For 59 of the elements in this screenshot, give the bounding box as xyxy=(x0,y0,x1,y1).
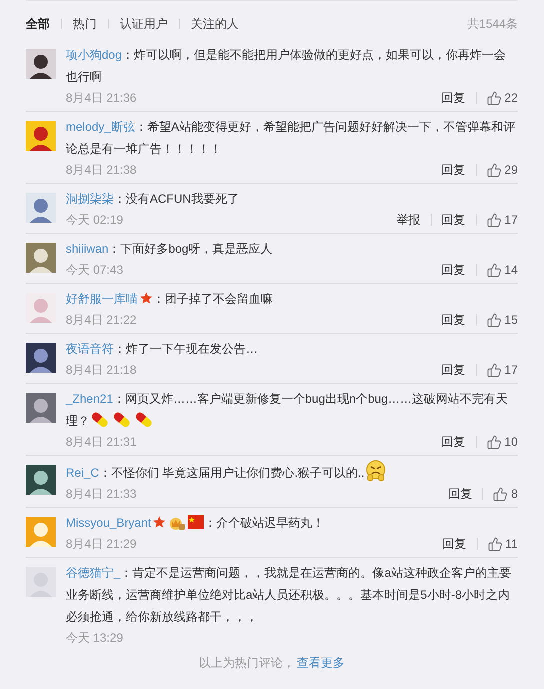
filter-tab[interactable]: 关注的人 xyxy=(191,14,239,32)
thumbs-up-icon xyxy=(488,536,503,552)
comment-text: Rei_C：不怪你们 毕竟这届用户让你们费心.猴子可以的.. xyxy=(66,460,518,484)
filter-tab[interactable]: 认证用户 xyxy=(120,14,168,32)
comment-action-link[interactable]: 回复 xyxy=(442,211,466,229)
comment-time: 8月4日 21:31 xyxy=(66,434,138,451)
thumbs-up-icon xyxy=(486,312,502,328)
thumbs-up-icon xyxy=(486,262,502,278)
thumbs-up-icon xyxy=(486,90,502,106)
footer-text: 以上为热门评论， xyxy=(199,656,295,670)
thumbs-up-icon xyxy=(486,362,502,378)
comment-text: _Zhen21：网页又炸……客户端更新修复一个bug出现n个bug……这破网站不完有天理？ xyxy=(66,391,510,432)
comment-action-link[interactable]: 回复 xyxy=(442,311,466,329)
comment-action-link[interactable]: 回复 xyxy=(442,261,466,279)
comment-action-link[interactable]: 回复 xyxy=(442,535,467,553)
thumbs-up-icon xyxy=(486,434,502,450)
thumbs-up-icon xyxy=(493,486,508,502)
like-button[interactable]: 17 xyxy=(486,361,518,379)
comment-time: 8月4日 21:29 xyxy=(66,536,138,553)
comment-time: 8月4日 21:36 xyxy=(66,90,138,107)
comment-count: 共1544条 xyxy=(467,16,518,32)
grumpy-face-icon xyxy=(364,460,387,482)
comment-time: 8月4日 21:38 xyxy=(66,162,138,179)
filter-tab[interactable]: 热门 xyxy=(73,14,97,32)
comment-text: Missyou_Bryant ：介个破站迟早药丸！ xyxy=(66,514,326,532)
like-button[interactable]: 29 xyxy=(486,161,518,179)
like-button[interactable]: 14 xyxy=(486,261,518,279)
like-button[interactable]: 15 xyxy=(486,311,518,329)
comment-text: shiiiwan：下面好多bog呀，真是恶应人 xyxy=(66,241,274,258)
comment-text: 洞捌柒柒：没有ACFUN我要死了 xyxy=(66,191,240,208)
comment-time: 8月4日 21:18 xyxy=(66,362,138,379)
comment-action-link[interactable]: 举报 xyxy=(396,211,421,229)
comment-text: 好舒服一库喵 ：团子掉了不会留血嘛 xyxy=(66,291,274,308)
comment-time: 8月4日 21:33 xyxy=(66,486,138,503)
flag-icon xyxy=(188,515,204,529)
comment-time: 今天 07:43 xyxy=(66,262,124,279)
star-icon xyxy=(140,292,153,305)
comment-text: melody_断弦：希望A站能变得更好，希望能把广告问题好好解决一下，不管弹幕和评论总是有一堆广告！！！！！ xyxy=(66,119,516,158)
comment-action-link[interactable]: 回复 xyxy=(442,89,466,107)
comment-time: 今天 13:29 xyxy=(66,630,124,647)
like-button[interactable]: 17 xyxy=(486,211,518,229)
like-button[interactable]: 22 xyxy=(486,89,518,107)
comment-text: 夜语音符：炸了一下午现在发公告… xyxy=(66,341,259,358)
thumbs-up-icon xyxy=(486,162,502,178)
like-button[interactable]: 10 xyxy=(486,433,518,451)
comment-action-link[interactable]: 回复 xyxy=(442,433,466,451)
like-button[interactable]: 8 xyxy=(493,485,518,503)
comment-action-link[interactable]: 回复 xyxy=(442,161,466,179)
like-button[interactable]: 11 xyxy=(488,535,518,553)
star-icon xyxy=(153,516,166,529)
comment-text: 谷德猫宁_：肯定不是运营商问题，，我就是在运营商的。像a站这种政企客户的主要业务断线，运营商维护单位绝对比a站人员还积极。。。基本时间是5小时-8小时之内必须抢通，给你新放线路都干，，， xyxy=(66,565,512,626)
comment-time: 8月4日 21:22 xyxy=(66,312,138,329)
comment-text: 项小狗dog：炸可以啊，但是能不能把用户体验做的更好点，如果可以，你再炸一会也行啊 xyxy=(66,47,508,86)
thumbs-up-icon xyxy=(486,212,502,228)
comment-action-link[interactable]: 回复 xyxy=(448,485,472,503)
crown-icon xyxy=(169,515,186,530)
comment-action-link[interactable]: 回复 xyxy=(442,361,466,379)
comment-time: 今天 02:19 xyxy=(66,212,124,229)
filter-tab[interactable]: 全部 xyxy=(26,14,50,32)
